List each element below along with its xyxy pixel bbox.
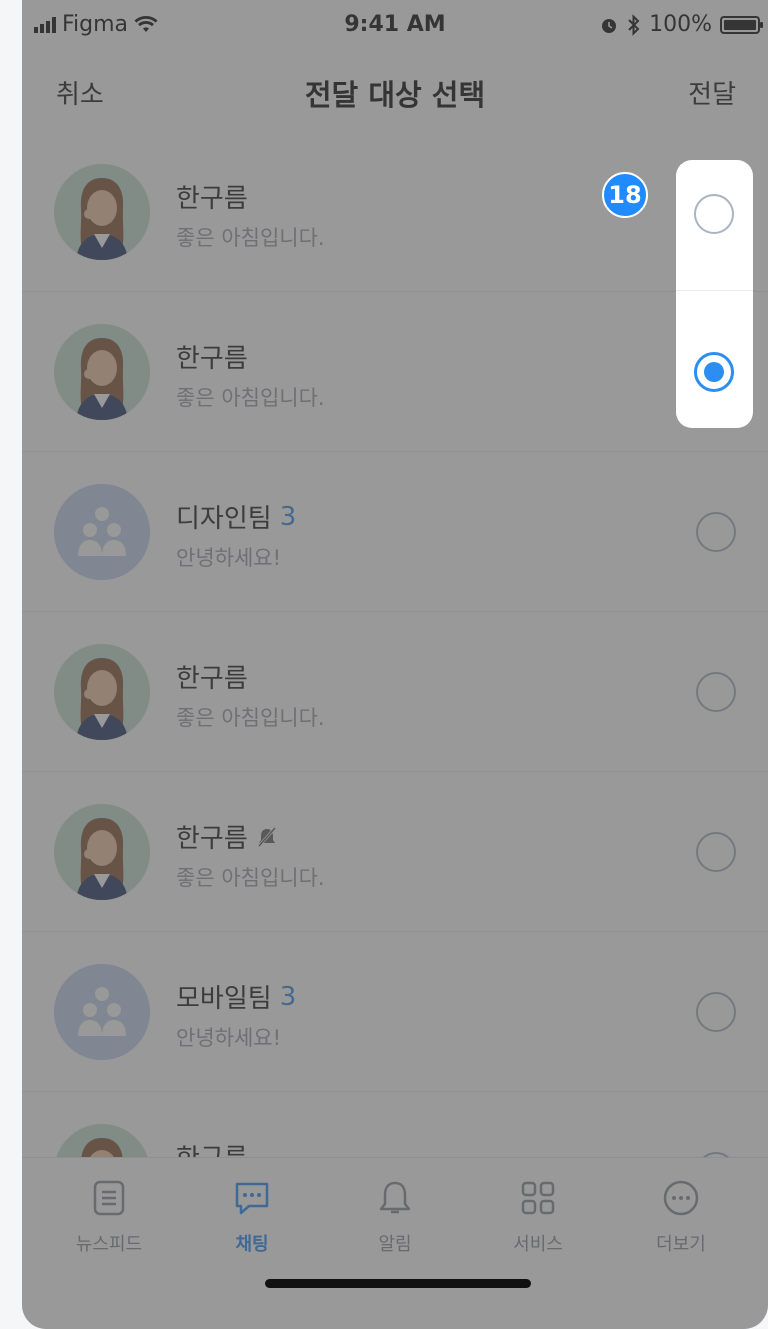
last-message: 좋은 아침입니다. [176, 706, 325, 730]
list-item[interactable]: 모바일팀 3 안녕하세요! [22, 932, 768, 1092]
group-avatar [54, 964, 150, 1060]
tab-services[interactable]: 서비스 [488, 1178, 588, 1256]
contact-name: 한구름 [176, 818, 278, 855]
contact-name-text: 한구름 [176, 664, 248, 694]
status-bar: Figma 9:41 AM 100% [22, 0, 768, 50]
avatar [54, 324, 150, 420]
tab-newsfeed[interactable]: 뉴스피드 [59, 1178, 159, 1256]
list-item[interactable]: 한구름 좋은 아침입니다. [22, 132, 768, 292]
member-count: 3 [279, 501, 297, 532]
battery-icon [720, 15, 763, 34]
select-radio[interactable] [696, 992, 736, 1032]
select-radio[interactable] [696, 512, 736, 552]
contact-name-text: 한구름 [176, 824, 248, 854]
tab-bar: 뉴스피드 채팅 알림 서비스 더보기 [22, 1157, 768, 1329]
list-item[interactable]: 한구름 좋은 아침입니다. [22, 772, 768, 932]
select-radio-highlighted[interactable] [694, 194, 734, 234]
tab-more[interactable]: 더보기 [631, 1178, 731, 1256]
nav-header: 취소 전달 대상 선택 전달 [22, 50, 768, 130]
bluetooth-icon [628, 13, 640, 36]
group-name-text: 모바일팀 [176, 984, 272, 1014]
contact-name: 한구름 [176, 338, 248, 375]
tab-label: 서비스 [513, 1234, 563, 1255]
send-button[interactable]: 전달 [688, 74, 736, 111]
tab-label: 알림 [378, 1234, 412, 1255]
chat-icon [235, 1182, 269, 1215]
select-radio[interactable] [696, 672, 736, 712]
contact-name-text: 한구름 [176, 344, 248, 374]
member-count: 3 [279, 981, 297, 1012]
phone-screen: Figma 9:41 AM 100% 취소 전달 대상 선택 전달 한구름 좋은… [22, 0, 768, 1329]
more-icon [663, 1180, 699, 1216]
mute-bell-icon [257, 826, 276, 847]
tab-label: 더보기 [656, 1234, 706, 1255]
list-item[interactable]: 한구름 좋은 아침입니다. [22, 612, 768, 772]
bell-icon [379, 1181, 411, 1214]
last-message: 안녕하세요! [176, 1026, 282, 1050]
avatar [54, 644, 150, 740]
annotation-badge: 18 [602, 172, 648, 218]
page-title: 전달 대상 선택 [304, 78, 486, 112]
contact-name: 한구름 [176, 658, 248, 695]
group-name-text: 디자인팀 [176, 504, 272, 534]
newsfeed-icon [93, 1180, 125, 1216]
last-message: 안녕하세요! [176, 546, 282, 570]
group-name: 모바일팀 3 [176, 978, 296, 1015]
group-name: 디자인팀 3 [176, 498, 296, 535]
tab-label: 채팅 [235, 1234, 269, 1255]
status-right: 100% [599, 12, 763, 37]
radio-highlight-card [676, 160, 753, 428]
select-radio-highlighted-checked[interactable] [694, 352, 734, 392]
contact-name: 한구름 [176, 178, 248, 215]
last-message: 좋은 아침입니다. [176, 226, 325, 250]
list-item[interactable]: 한구름 좋은 아침입니다. [22, 292, 768, 452]
home-indicator [265, 1279, 531, 1288]
recipient-list: 한구름 좋은 아침입니다. 한구름 좋은 아침입니다. 디자인팀 3 안녕하세요! [22, 132, 768, 1252]
battery-percent: 100% [649, 12, 712, 37]
contact-name-text: 한구름 [176, 184, 248, 214]
group-avatar [54, 484, 150, 580]
last-message: 좋은 아침입니다. [176, 386, 325, 410]
tab-notifications[interactable]: 알림 [345, 1178, 445, 1256]
tab-label: 뉴스피드 [75, 1234, 143, 1255]
grid-icon [521, 1181, 555, 1215]
last-message: 좋은 아침입니다. [176, 866, 325, 890]
divider [676, 290, 753, 291]
avatar [54, 804, 150, 900]
list-item[interactable]: 디자인팀 3 안녕하세요! [22, 452, 768, 612]
alarm-icon [602, 18, 617, 33]
tab-chat[interactable]: 채팅 [202, 1178, 302, 1256]
avatar [54, 164, 150, 260]
select-radio[interactable] [696, 832, 736, 872]
